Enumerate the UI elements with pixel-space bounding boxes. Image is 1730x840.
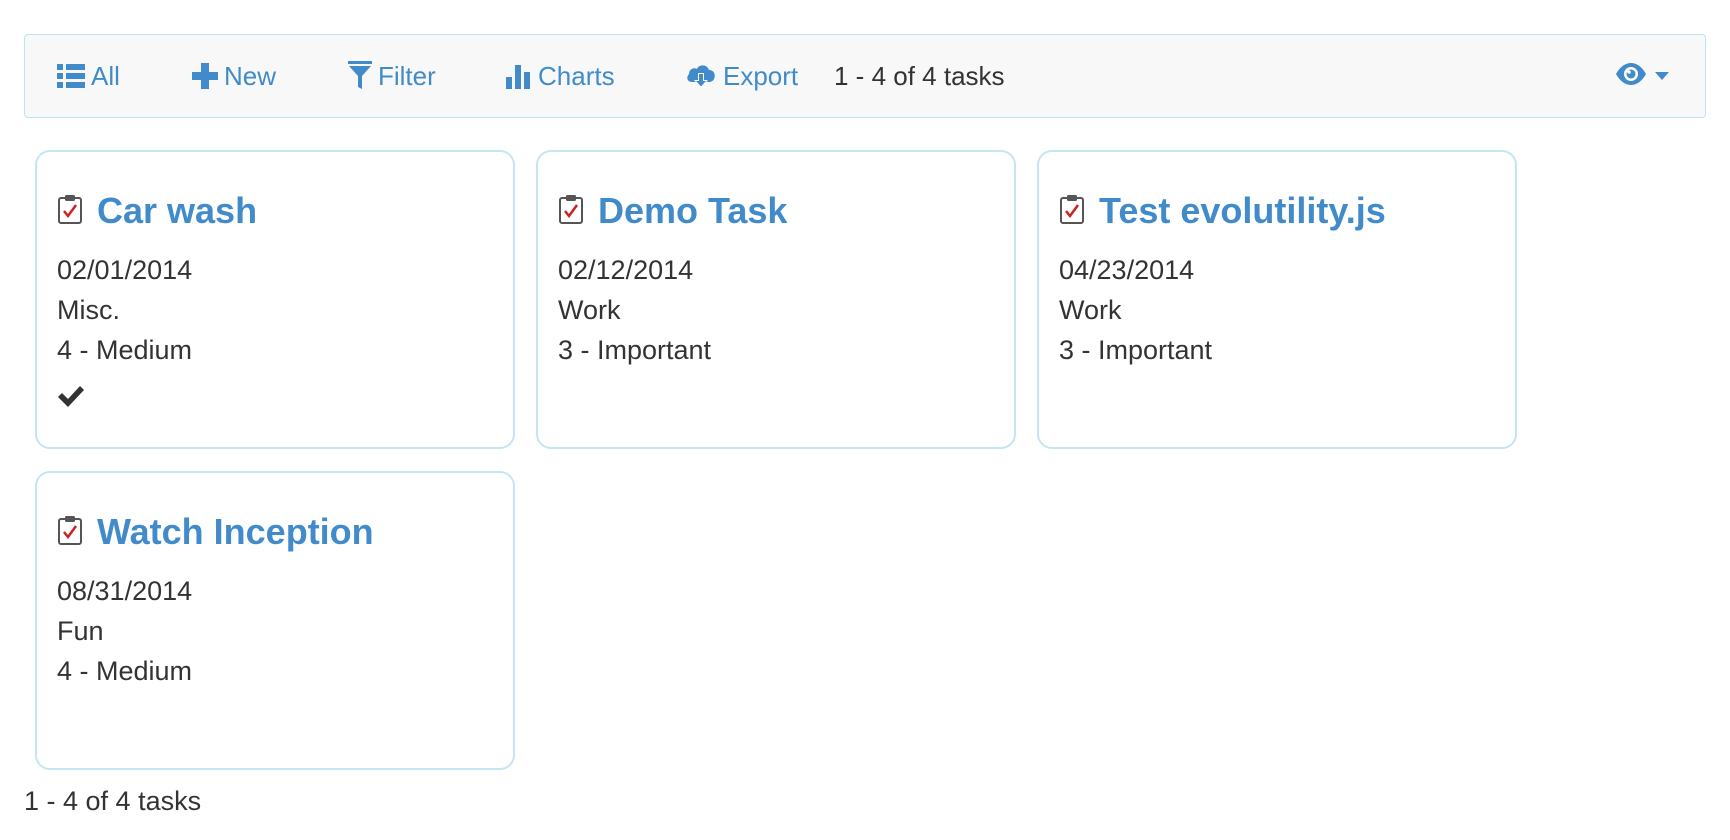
cloud-download-icon [685,62,717,90]
task-title-link[interactable]: Demo Task [598,190,787,232]
task-priority: 4 - Medium [57,335,193,365]
export-button[interactable]: Export [685,35,798,117]
new-button[interactable]: New [192,35,276,117]
footer-record-count: 1 - 4 of 4 tasks [24,786,202,816]
task-card-header: Demo Task [558,190,787,232]
toolbar: All New Filter Charts Export 1 - 4 of 4 … [24,34,1706,118]
clipboard-check-icon [57,194,83,229]
task-priority: 3 - Important [1059,335,1213,365]
new-button-label: New [224,60,277,91]
task-card: Car wash 02/01/2014 Misc. 4 - Medium [35,150,515,449]
list-icon [57,63,85,89]
all-button-label: All [91,60,120,91]
filter-button-label: Filter [378,60,436,91]
charts-button[interactable]: Charts [506,35,615,117]
task-priority: 4 - Medium [57,656,193,686]
view-menu-button[interactable] [1615,35,1669,117]
filter-button[interactable]: Filter [348,35,436,117]
bar-chart-icon [506,63,532,89]
task-category: Fun [57,616,104,646]
task-card: Watch Inception 08/31/2014 Fun 4 - Mediu… [35,471,515,770]
task-category: Work [558,295,621,325]
export-button-label: Export [723,60,799,91]
task-category: Work [1059,295,1122,325]
plus-icon [192,63,218,89]
chevron-down-icon [1655,67,1669,85]
clipboard-check-icon [1059,194,1085,229]
eye-icon [1615,62,1647,90]
task-title-link[interactable]: Watch Inception [97,511,374,553]
task-card: Test evolutility.js 04/23/2014 Work 3 - … [1037,150,1517,449]
task-card-header: Test evolutility.js [1059,190,1386,232]
all-button[interactable]: All [57,35,120,117]
task-due-date: 02/01/2014 [57,255,193,285]
task-priority: 3 - Important [558,335,712,365]
task-title-link[interactable]: Car wash [97,190,257,232]
filter-icon [348,61,372,91]
clipboard-check-icon [57,515,83,550]
task-card: Demo Task 02/12/2014 Work 3 - Important [536,150,1016,449]
task-due-date: 08/31/2014 [57,576,193,606]
task-card-header: Car wash [57,190,257,232]
checkmark-icon [57,384,85,413]
task-title-link[interactable]: Test evolutility.js [1099,190,1386,232]
charts-button-label: Charts [538,60,615,91]
task-category: Misc. [57,295,120,325]
task-due-date: 02/12/2014 [558,255,694,285]
toolbar-record-count: 1 - 4 of 4 tasks [834,60,1005,91]
clipboard-check-icon [558,194,584,229]
task-due-date: 04/23/2014 [1059,255,1195,285]
task-card-header: Watch Inception [57,511,374,553]
